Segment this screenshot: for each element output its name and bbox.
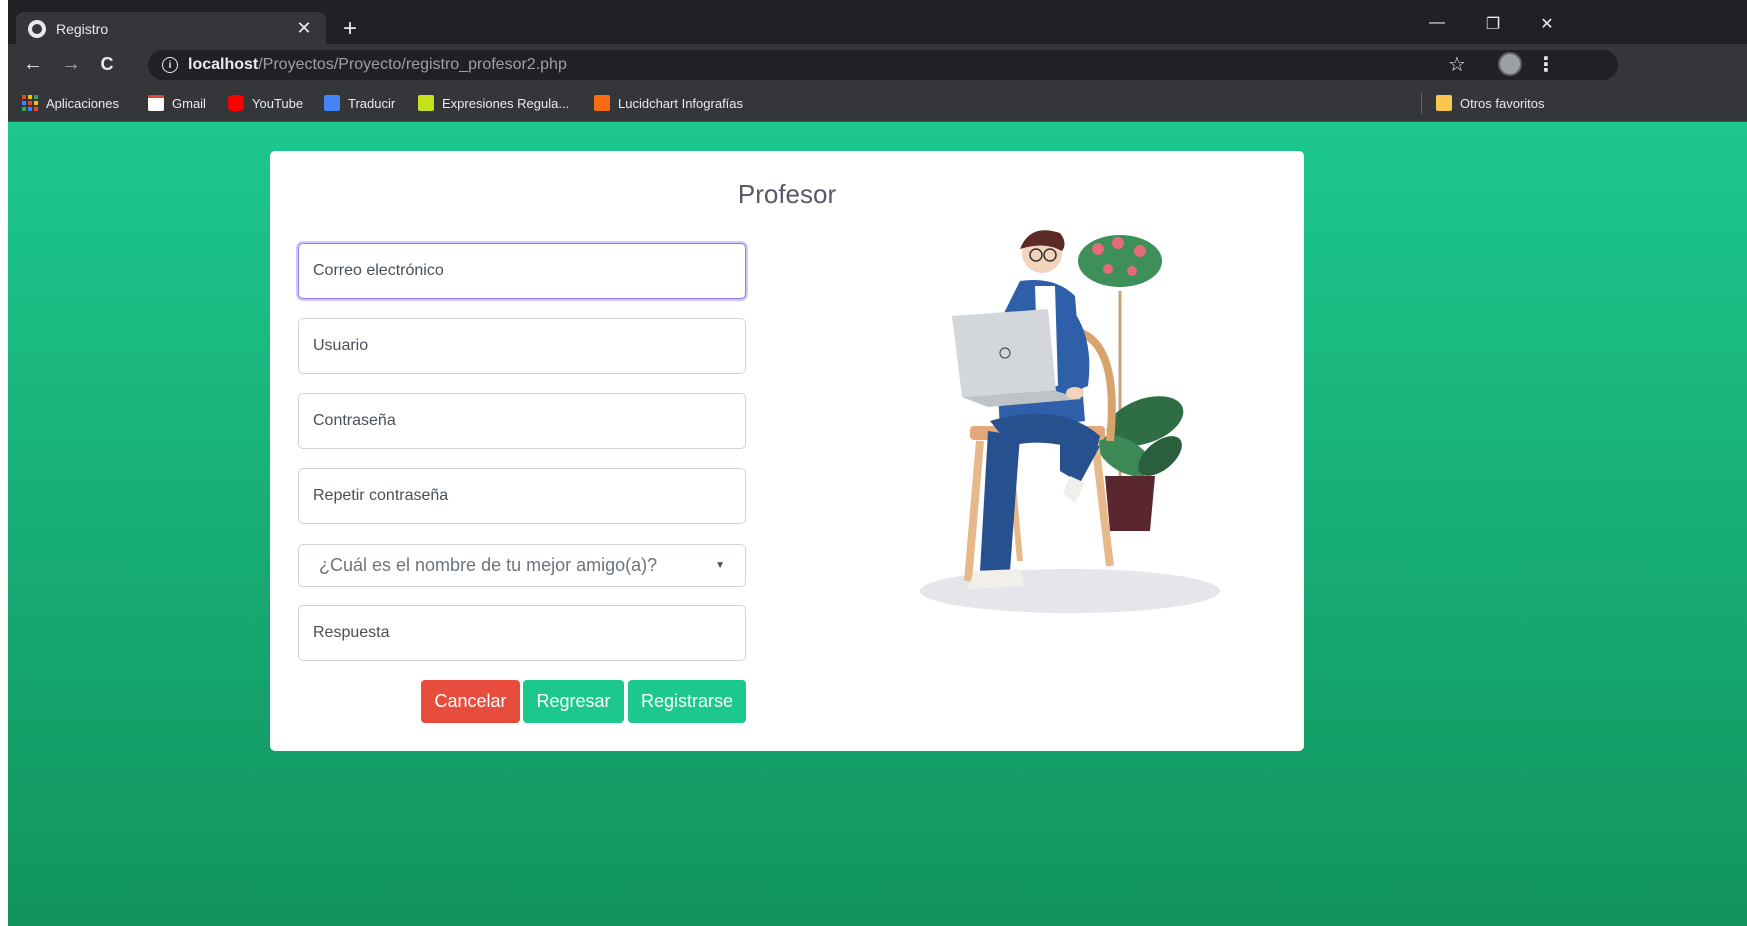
bookmark-label: YouTube xyxy=(252,95,304,111)
bookmark-label: Lucidchart Infografías xyxy=(618,95,744,111)
tab-registro[interactable]: Registro ✕ xyxy=(16,12,326,45)
bookmark-label: Expresiones Regula... xyxy=(442,95,570,111)
regex-icon xyxy=(418,95,434,111)
answer-input[interactable] xyxy=(298,605,746,661)
repeat-password-input[interactable] xyxy=(298,468,746,524)
bookmark-label: Aplicaciones xyxy=(46,95,119,111)
info-icon[interactable]: i xyxy=(162,57,178,73)
kebab-menu-icon[interactable]: ⋮ xyxy=(1536,52,1556,77)
apps-grid-icon xyxy=(22,95,38,111)
url-host: localhost xyxy=(188,56,259,73)
globe-icon xyxy=(28,19,46,38)
bookmark-label: Otros favoritos xyxy=(1460,95,1545,111)
bookmark-translate[interactable]: Traducir xyxy=(324,94,395,112)
close-tab-icon[interactable]: ✕ xyxy=(294,18,314,39)
close-window-icon[interactable]: ✕ xyxy=(1532,14,1562,34)
restore-icon[interactable]: ❐ xyxy=(1478,14,1508,34)
teacher-illustration xyxy=(920,230,1220,613)
bookmarks-divider xyxy=(1421,92,1422,114)
reload-icon[interactable]: C xyxy=(94,52,120,76)
lucidchart-icon xyxy=(594,95,610,111)
back-button[interactable]: Regresar xyxy=(523,680,624,723)
register-button[interactable]: Registrarse xyxy=(628,680,746,723)
bookmark-star-icon[interactable]: ☆ xyxy=(1448,50,1466,80)
gmail-icon xyxy=(148,95,164,111)
back-arrow-icon[interactable]: ← xyxy=(20,52,46,76)
forward-arrow-icon[interactable]: → xyxy=(58,52,84,76)
profile-avatar[interactable] xyxy=(1498,52,1522,76)
bookmark-other[interactable]: Otros favoritos xyxy=(1436,94,1545,112)
bookmark-lucidchart[interactable]: Lucidchart Infografías xyxy=(594,94,743,112)
minimize-icon[interactable]: — xyxy=(1422,14,1452,32)
bookmark-youtube[interactable]: YouTube xyxy=(228,94,303,112)
tab-title: Registro xyxy=(56,20,109,37)
browser-window: Registro ✕ + — ❐ ✕ ← → C i localhost /Pr… xyxy=(8,0,1747,926)
bookmark-gmail[interactable]: Gmail xyxy=(148,94,206,112)
new-tab-button[interactable]: + xyxy=(338,16,362,42)
bookmark-regex[interactable]: Expresiones Regula... xyxy=(418,94,569,112)
cancel-button[interactable]: Cancelar xyxy=(421,680,520,723)
selected-question: ¿Cuál es el nombre de tu mejor amigo(a)? xyxy=(319,555,658,575)
bookmarks-bar: Aplicaciones Gmail YouTube Traducir Expr… xyxy=(8,84,1747,122)
security-question-select[interactable]: ¿Cuál es el nombre de tu mejor amigo(a)?… xyxy=(298,544,746,587)
address-bar[interactable]: i localhost /Proyectos/Proyecto/registro… xyxy=(148,50,1618,80)
folder-icon xyxy=(1436,95,1452,111)
page-title: Profesor xyxy=(737,179,837,209)
caret-down-icon: ▼ xyxy=(715,560,725,571)
page-background: Profesor ¿Cuál es el nombre de tu mejor … xyxy=(8,122,1747,926)
bookmark-label: Gmail xyxy=(172,95,206,111)
username-input[interactable] xyxy=(298,318,746,374)
email-input[interactable] xyxy=(298,243,746,299)
tab-strip: Registro ✕ + — ❐ ✕ xyxy=(8,6,1747,45)
url-path: /Proyectos/Proyecto/registro_profesor2.p… xyxy=(258,56,567,73)
browser-toolbar: ← → C i localhost /Proyectos/Proyecto/re… xyxy=(8,44,1747,84)
bookmark-label: Traducir xyxy=(348,95,396,111)
registration-card: Profesor ¿Cuál es el nombre de tu mejor … xyxy=(270,151,1304,751)
translate-icon xyxy=(324,95,340,111)
password-input[interactable] xyxy=(298,393,746,449)
bookmark-apps[interactable]: Aplicaciones xyxy=(22,94,119,112)
youtube-icon xyxy=(228,95,244,111)
